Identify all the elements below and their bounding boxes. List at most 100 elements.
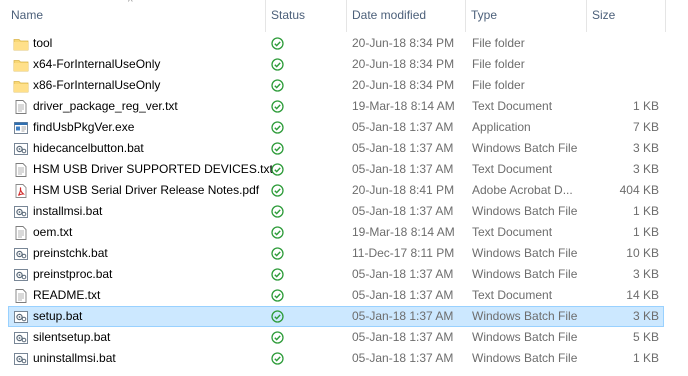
date-modified: 05-Jan-18 1:37 AM bbox=[352, 141, 454, 155]
file-name[interactable]: uninstallmsi.bat bbox=[33, 349, 273, 368]
file-size: 10 KB bbox=[626, 246, 659, 260]
status-cell bbox=[271, 97, 291, 116]
synced-icon bbox=[271, 331, 284, 344]
synced-icon bbox=[271, 205, 284, 218]
column-header-name[interactable]: Name bbox=[6, 0, 264, 30]
file-size: 1 KB bbox=[632, 225, 659, 239]
file-size: 3 KB bbox=[632, 162, 659, 176]
status-cell bbox=[271, 286, 291, 305]
file-type: Windows Batch File bbox=[472, 351, 578, 365]
file-name[interactable]: README.txt bbox=[33, 286, 273, 305]
synced-icon bbox=[271, 247, 284, 260]
file-row[interactable]: findUsbPkgVer.exe 05-Jan-18 1:37 AM Applic… bbox=[8, 117, 664, 138]
synced-icon bbox=[271, 142, 284, 155]
status-cell bbox=[271, 76, 291, 95]
file-name[interactable]: preinstproc.bat bbox=[33, 265, 273, 284]
file-row[interactable]: silentsetup.bat 05-Jan-18 1:37 AM Windows … bbox=[8, 327, 664, 348]
file-row[interactable]: uninstallmsi.bat 05-Jan-18 1:37 AM Windows… bbox=[8, 348, 664, 369]
file-name[interactable]: setup.bat bbox=[33, 307, 273, 326]
file-row[interactable]: hidecancelbutton.bat 05-Jan-18 1:37 AM Win… bbox=[8, 138, 664, 159]
file-size: 404 KB bbox=[619, 183, 659, 197]
date-modified: 05-Jan-18 1:37 AM bbox=[352, 330, 454, 344]
file-name[interactable]: HSM USB Serial Driver Release Notes.pdf bbox=[33, 181, 273, 200]
synced-icon bbox=[271, 310, 284, 323]
batch-file-icon bbox=[13, 204, 29, 220]
file-size: 1 KB bbox=[632, 99, 659, 113]
status-cell bbox=[271, 34, 291, 53]
synced-icon bbox=[271, 184, 284, 197]
batch-file-icon bbox=[13, 267, 29, 283]
date-modified: 05-Jan-18 1:37 AM bbox=[352, 120, 454, 134]
date-modified: 20-Jun-18 8:34 PM bbox=[352, 57, 455, 71]
file-name[interactable]: tool bbox=[33, 34, 273, 53]
date-modified: 20-Jun-18 8:34 PM bbox=[352, 36, 455, 50]
date-modified: 05-Jan-18 1:37 AM bbox=[352, 204, 454, 218]
file-row[interactable]: preinstproc.bat 05-Jan-18 1:37 AM Windows … bbox=[8, 264, 664, 285]
synced-icon bbox=[271, 289, 284, 302]
text-file-icon bbox=[13, 162, 29, 178]
status-cell bbox=[271, 307, 291, 326]
column-header-size[interactable]: Size bbox=[587, 0, 665, 30]
file-row[interactable]: preinstchk.bat 11-Dec-17 8:11 PM Windows B… bbox=[8, 243, 664, 264]
synced-icon bbox=[271, 121, 284, 134]
folder-icon bbox=[13, 57, 29, 73]
file-name[interactable]: preinstchk.bat bbox=[33, 244, 273, 263]
file-name[interactable]: driver_package_reg_ver.txt bbox=[33, 97, 273, 116]
file-name[interactable]: hidecancelbutton.bat bbox=[33, 139, 273, 158]
column-header-type[interactable]: Type bbox=[466, 0, 586, 30]
file-row[interactable]: installmsi.bat 05-Jan-18 1:37 AM Windows B… bbox=[8, 201, 664, 222]
text-file-icon bbox=[13, 99, 29, 115]
file-name[interactable]: oem.txt bbox=[33, 223, 273, 242]
date-modified: 20-Jun-18 8:41 PM bbox=[352, 183, 455, 197]
file-row[interactable]: HSM USB Serial Driver Release Notes.pdf 2… bbox=[8, 180, 664, 201]
file-size: 3 KB bbox=[632, 141, 659, 155]
file-type: Windows Batch File bbox=[472, 246, 578, 260]
synced-icon bbox=[271, 37, 284, 50]
file-row[interactable]: HSM USB Driver SUPPORTED DEVICES.txt 05-J… bbox=[8, 159, 664, 180]
column-divider[interactable] bbox=[665, 0, 666, 32]
file-size: 1 KB bbox=[632, 351, 659, 365]
status-cell bbox=[271, 265, 291, 284]
status-cell bbox=[271, 118, 291, 137]
column-header: ^ Name Status Date modified Type Size bbox=[0, 0, 688, 32]
column-header-status[interactable]: Status bbox=[266, 0, 346, 30]
file-type: Text Document bbox=[472, 162, 553, 176]
synced-icon bbox=[271, 163, 284, 176]
date-modified: 05-Jan-18 1:37 AM bbox=[352, 267, 454, 281]
file-name[interactable]: silentsetup.bat bbox=[33, 328, 273, 347]
file-row[interactable]: x86-ForInternalUseOnly 20-Jun-18 8:34 PM F… bbox=[8, 75, 664, 96]
file-row[interactable]: README.txt 05-Jan-18 1:37 AM Text Document… bbox=[8, 285, 664, 306]
status-cell bbox=[271, 181, 291, 200]
text-file-icon bbox=[13, 288, 29, 304]
status-cell bbox=[271, 160, 291, 179]
file-size: 14 KB bbox=[626, 288, 659, 302]
status-cell bbox=[271, 55, 291, 74]
file-name[interactable]: HSM USB Driver SUPPORTED DEVICES.txt bbox=[33, 160, 273, 179]
pdf-file-icon bbox=[13, 183, 29, 199]
status-cell bbox=[271, 349, 291, 368]
file-row[interactable]: tool 20-Jun-18 8:34 PM File folder bbox=[8, 33, 664, 54]
file-size: 7 KB bbox=[632, 120, 659, 134]
file-size bbox=[591, 76, 659, 95]
file-name[interactable]: x86-ForInternalUseOnly bbox=[33, 76, 273, 95]
date-modified: 05-Jan-18 1:37 AM bbox=[352, 351, 454, 365]
file-type: Text Document bbox=[472, 99, 553, 113]
file-row[interactable]: setup.bat 05-Jan-18 1:37 AM Windows Batch … bbox=[8, 306, 664, 327]
date-modified: 05-Jan-18 1:37 AM bbox=[352, 162, 454, 176]
folder-icon bbox=[13, 78, 29, 94]
file-type: File folder bbox=[472, 36, 525, 50]
file-size bbox=[591, 55, 659, 74]
folder-icon bbox=[13, 36, 29, 52]
file-row[interactable]: driver_package_reg_ver.txt 19-Mar-18 8:14… bbox=[8, 96, 664, 117]
column-header-date-modified[interactable]: Date modified bbox=[347, 0, 465, 30]
file-type: File folder bbox=[472, 57, 525, 71]
batch-file-icon bbox=[13, 309, 29, 325]
file-row[interactable]: x64-ForInternalUseOnly 20-Jun-18 8:34 PM F… bbox=[8, 54, 664, 75]
date-modified: 05-Jan-18 1:37 AM bbox=[352, 309, 454, 323]
file-name[interactable]: x64-ForInternalUseOnly bbox=[33, 55, 273, 74]
batch-file-icon bbox=[13, 246, 29, 262]
file-name[interactable]: installmsi.bat bbox=[33, 202, 273, 221]
file-name[interactable]: findUsbPkgVer.exe bbox=[33, 118, 273, 137]
status-cell bbox=[271, 244, 291, 263]
file-row[interactable]: oem.txt 19-Mar-18 8:14 AM Text Document 1 K… bbox=[8, 222, 664, 243]
